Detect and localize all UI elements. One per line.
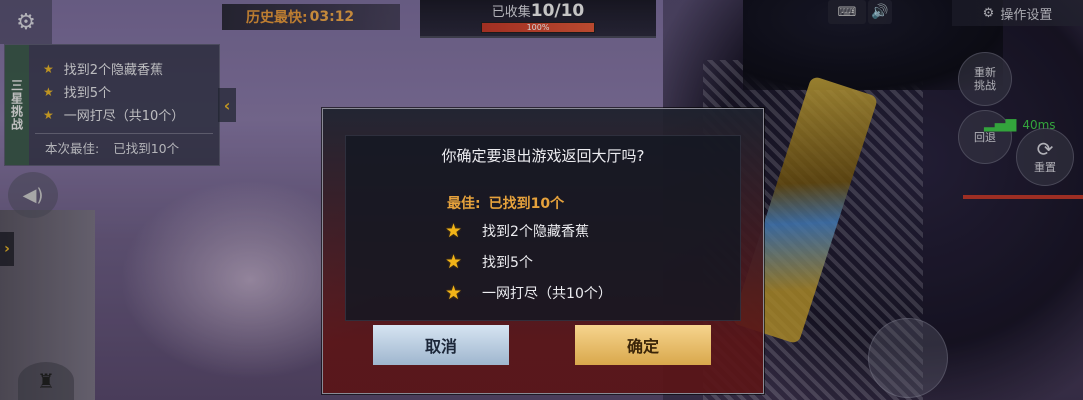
star-icon: ★ <box>445 219 463 242</box>
confirm-button[interactable]: 确定 <box>575 325 711 365</box>
dialog-best-label: 最佳: <box>447 196 481 212</box>
exit-confirm-dialog: 你确定要退出游戏返回大厅吗? 最佳: 已找到10个 ★ 找到2个隐藏香蕉 ★ 找到5个… <box>322 108 764 394</box>
dialog-challenge-item: ★ 找到2个隐藏香蕉 <box>445 219 589 242</box>
dialog-challenge-item: ★ 找到5个 <box>445 250 533 273</box>
dialog-question: 你确定要退出游戏返回大厅吗? <box>441 147 645 165</box>
dialog-best-value: 已找到10个 <box>488 196 565 212</box>
star-icon: ★ <box>445 281 463 304</box>
star-icon: ★ <box>445 250 463 273</box>
dialog-challenge-item: ★ 一网打尽（共10个） <box>445 281 612 304</box>
cancel-button[interactable]: 取消 <box>373 325 509 365</box>
dialog-best: 最佳: 已找到10个 <box>447 193 564 213</box>
dialog-challenge-list: ★ 找到2个隐藏香蕉 ★ 找到5个 ★ 一网打尽（共10个） <box>445 215 612 308</box>
